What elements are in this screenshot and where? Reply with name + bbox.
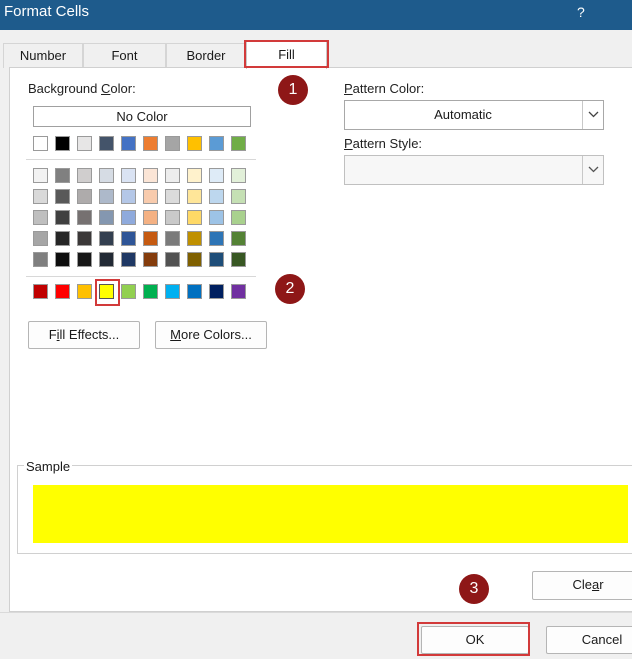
fill-effects-button[interactable]: Fill Effects... bbox=[28, 321, 140, 349]
standard-color-swatch[interactable] bbox=[55, 284, 70, 299]
theme-shade-swatch[interactable] bbox=[121, 189, 136, 204]
theme-shade-swatch[interactable] bbox=[165, 210, 180, 225]
sample-label: Sample bbox=[24, 459, 73, 474]
theme-shade-swatch[interactable] bbox=[55, 168, 70, 183]
theme-color-swatch[interactable] bbox=[77, 136, 92, 151]
tab-font[interactable]: Font bbox=[83, 43, 166, 68]
theme-shade-swatch[interactable] bbox=[77, 231, 92, 246]
theme-shade-swatch[interactable] bbox=[99, 168, 114, 183]
standard-color-swatch[interactable] bbox=[121, 284, 136, 299]
sample-preview bbox=[33, 485, 628, 543]
chevron-down-icon[interactable] bbox=[582, 101, 603, 129]
theme-shade-swatch[interactable] bbox=[165, 252, 180, 267]
theme-shade-swatch[interactable] bbox=[55, 210, 70, 225]
theme-shade-swatch[interactable] bbox=[165, 189, 180, 204]
theme-shade-swatch[interactable] bbox=[187, 210, 202, 225]
pattern-color-label: Pattern Color: bbox=[344, 81, 425, 96]
theme-shade-swatch[interactable] bbox=[77, 168, 92, 183]
theme-shade-swatch[interactable] bbox=[187, 231, 202, 246]
pattern-style-dropdown[interactable] bbox=[344, 155, 604, 185]
step-marker-1: 1 bbox=[278, 75, 308, 105]
theme-shade-swatch[interactable] bbox=[165, 231, 180, 246]
step-marker-3: 3 bbox=[459, 574, 489, 604]
pattern-style-label: Pattern Style: bbox=[344, 136, 423, 151]
theme-shade-swatch[interactable] bbox=[231, 231, 246, 246]
theme-shade-swatch[interactable] bbox=[209, 189, 224, 204]
theme-shade-swatch[interactable] bbox=[99, 189, 114, 204]
theme-color-swatch[interactable] bbox=[55, 136, 70, 151]
tab-number[interactable]: Number bbox=[3, 43, 83, 68]
theme-shade-swatch[interactable] bbox=[231, 168, 246, 183]
theme-shade-swatch[interactable] bbox=[99, 252, 114, 267]
cancel-button[interactable]: Cancel bbox=[546, 626, 632, 654]
theme-shade-swatch[interactable] bbox=[121, 252, 136, 267]
standard-color-swatch[interactable] bbox=[187, 284, 202, 299]
theme-shade-swatch[interactable] bbox=[55, 231, 70, 246]
ok-button-highlight bbox=[417, 622, 530, 656]
title-bar: Format Cells ? bbox=[0, 0, 632, 30]
theme-shade-swatch[interactable] bbox=[55, 252, 70, 267]
palette-separator bbox=[26, 276, 256, 277]
theme-shade-swatch[interactable] bbox=[209, 252, 224, 267]
help-button[interactable]: ? bbox=[577, 4, 585, 20]
theme-shade-swatch[interactable] bbox=[143, 189, 158, 204]
theme-color-swatch[interactable] bbox=[209, 136, 224, 151]
background-color-label: Background Color: bbox=[28, 81, 136, 96]
selected-color-highlight bbox=[95, 279, 120, 306]
theme-shade-swatch[interactable] bbox=[33, 189, 48, 204]
standard-color-swatch[interactable] bbox=[77, 284, 92, 299]
tab-fill-highlight bbox=[244, 40, 329, 68]
theme-shade-swatch[interactable] bbox=[209, 168, 224, 183]
theme-shade-swatch[interactable] bbox=[209, 210, 224, 225]
theme-shade-swatch[interactable] bbox=[55, 189, 70, 204]
theme-color-swatch[interactable] bbox=[231, 136, 246, 151]
standard-color-swatch[interactable] bbox=[165, 284, 180, 299]
theme-shade-swatch[interactable] bbox=[231, 252, 246, 267]
theme-color-swatch[interactable] bbox=[187, 136, 202, 151]
theme-shade-swatch[interactable] bbox=[231, 189, 246, 204]
theme-shade-swatch[interactable] bbox=[33, 231, 48, 246]
pattern-color-dropdown[interactable]: Automatic bbox=[344, 100, 604, 130]
dialog-footer bbox=[0, 612, 632, 659]
theme-shade-swatch[interactable] bbox=[143, 231, 158, 246]
theme-shade-swatch[interactable] bbox=[77, 189, 92, 204]
chevron-down-icon[interactable] bbox=[582, 156, 603, 184]
theme-shade-swatch[interactable] bbox=[231, 210, 246, 225]
no-color-button[interactable]: No Color bbox=[33, 106, 251, 127]
theme-shade-swatch[interactable] bbox=[99, 231, 114, 246]
palette-separator bbox=[26, 159, 256, 160]
pattern-color-value: Automatic bbox=[434, 107, 492, 122]
theme-color-swatch[interactable] bbox=[143, 136, 158, 151]
theme-shade-swatch[interactable] bbox=[33, 210, 48, 225]
theme-shade-swatch[interactable] bbox=[121, 210, 136, 225]
theme-shade-swatch[interactable] bbox=[77, 210, 92, 225]
clear-button[interactable]: Clear bbox=[532, 571, 632, 600]
theme-shade-swatch[interactable] bbox=[143, 210, 158, 225]
theme-shade-swatch[interactable] bbox=[121, 231, 136, 246]
theme-shade-swatch[interactable] bbox=[121, 168, 136, 183]
theme-shade-swatch[interactable] bbox=[187, 189, 202, 204]
tab-border[interactable]: Border bbox=[166, 43, 246, 68]
theme-shade-swatch[interactable] bbox=[77, 252, 92, 267]
window-title: Format Cells bbox=[4, 3, 90, 20]
theme-shade-swatch[interactable] bbox=[187, 168, 202, 183]
theme-shade-swatch[interactable] bbox=[187, 252, 202, 267]
standard-color-swatch[interactable] bbox=[231, 284, 246, 299]
theme-shade-swatch[interactable] bbox=[99, 210, 114, 225]
theme-shade-swatch[interactable] bbox=[33, 168, 48, 183]
standard-color-swatch[interactable] bbox=[209, 284, 224, 299]
step-marker-2: 2 bbox=[275, 274, 305, 304]
theme-shade-swatch[interactable] bbox=[165, 168, 180, 183]
theme-shade-swatch[interactable] bbox=[209, 231, 224, 246]
theme-shade-swatch[interactable] bbox=[143, 252, 158, 267]
theme-shade-swatch[interactable] bbox=[33, 252, 48, 267]
theme-shade-swatch[interactable] bbox=[143, 168, 158, 183]
theme-color-swatch[interactable] bbox=[99, 136, 114, 151]
theme-color-swatch[interactable] bbox=[121, 136, 136, 151]
standard-color-swatch[interactable] bbox=[33, 284, 48, 299]
standard-color-swatch[interactable] bbox=[143, 284, 158, 299]
theme-color-swatch[interactable] bbox=[33, 136, 48, 151]
theme-color-swatch[interactable] bbox=[165, 136, 180, 151]
more-colors-button[interactable]: More Colors... bbox=[155, 321, 267, 349]
